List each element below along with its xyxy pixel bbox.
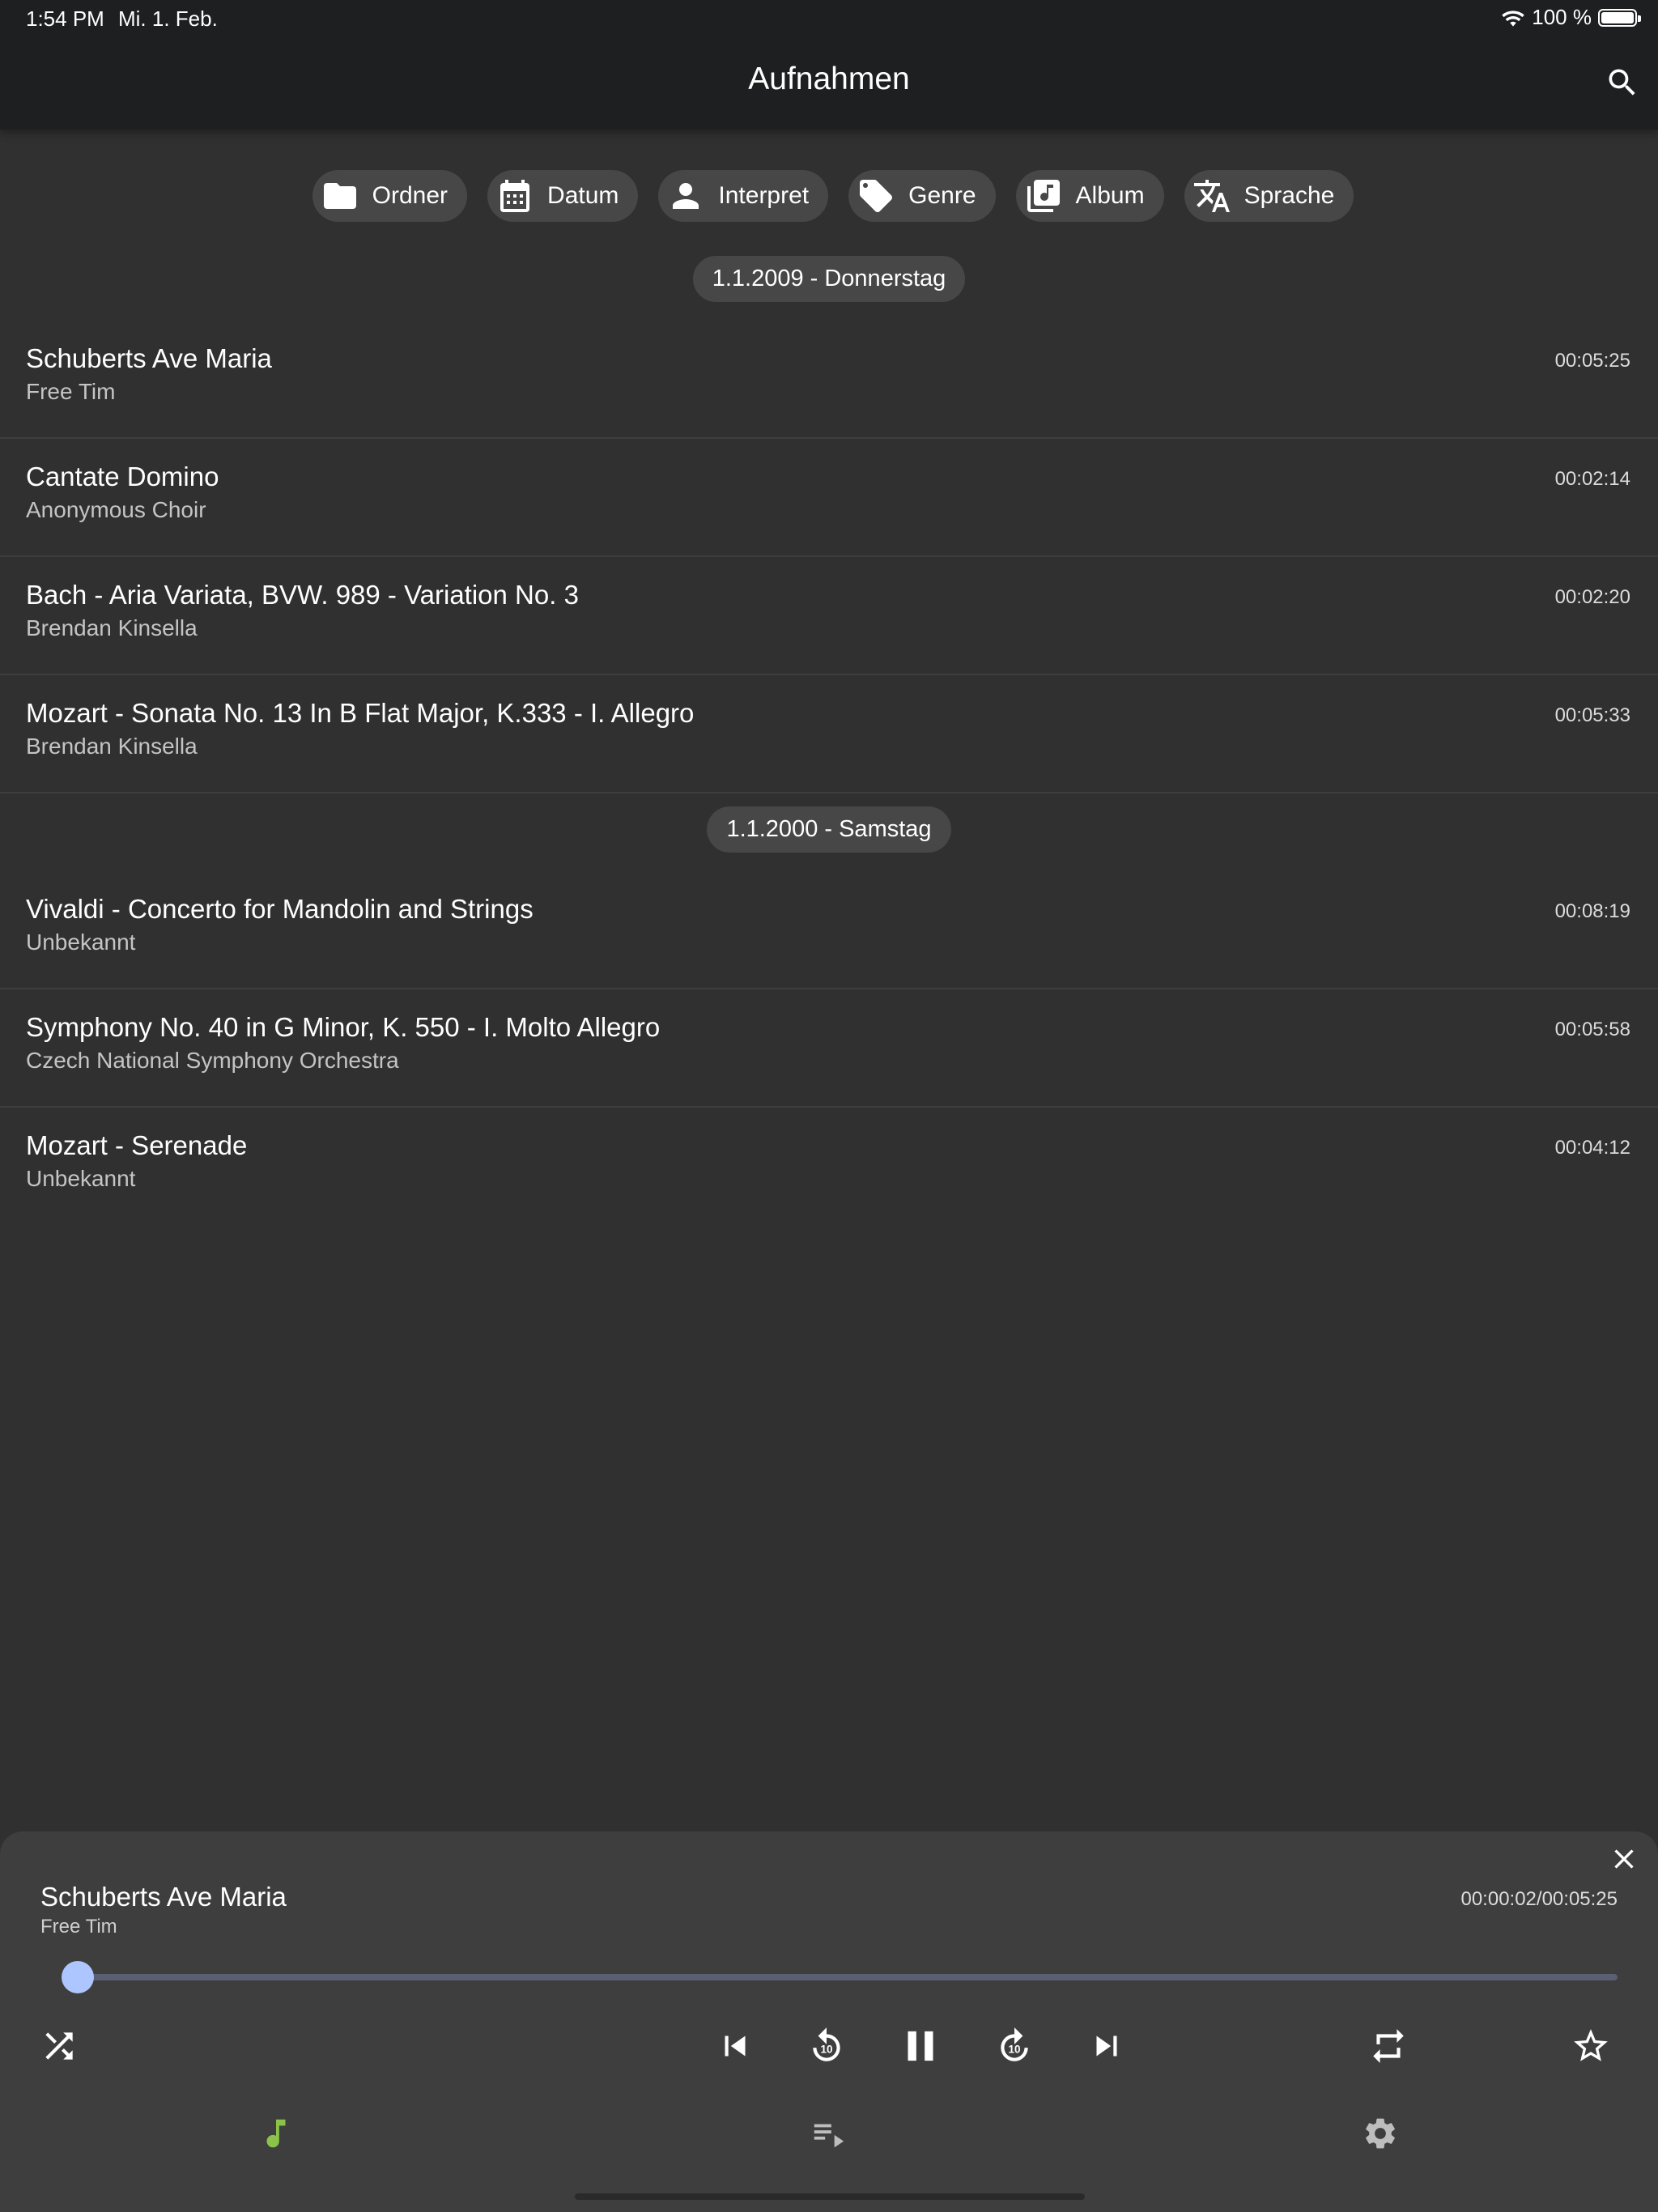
filter-chip-sprache[interactable]: Sprache (1184, 170, 1354, 222)
track-duration: 00:04:12 (1554, 1137, 1630, 1159)
track-duration: 00:05:25 (1554, 350, 1630, 372)
nav-queue[interactable] (800, 2105, 857, 2162)
track-title: Bach - Aria Variata, BVW. 989 - Variatio… (26, 580, 579, 610)
list-item[interactable]: Cantate Domino Anonymous Choir 00:02:14 (0, 439, 1658, 557)
previous-button[interactable] (707, 2018, 763, 2074)
replay-10-icon: 10 (813, 2027, 840, 2061)
track-artist: Anonymous Choir (26, 497, 206, 522)
date-header-label: 1.1.2009 - Donnerstag (692, 256, 966, 302)
track-artist: Brendan Kinsella (26, 615, 198, 640)
nav-recordings[interactable] (248, 2105, 304, 2162)
track-title: Vivaldi - Concerto for Mandolin and Stri… (26, 894, 534, 924)
home-indicator (575, 2193, 1085, 2200)
search-button[interactable] (1600, 60, 1645, 105)
filter-chip-album[interactable]: Album (1015, 170, 1164, 222)
filter-chip-ordner[interactable]: Ordner (312, 170, 468, 222)
filter-chip-label: Sprache (1244, 182, 1335, 209)
repeat-icon (1373, 2029, 1404, 2063)
date-header: 1.1.2009 - Donnerstag (0, 256, 1658, 302)
track-title: Schuberts Ave Maria (26, 343, 272, 373)
track-duration: 00:05:33 (1554, 704, 1630, 726)
list-item[interactable]: Mozart - Serenade Unbekannt 00:04:12 (0, 1108, 1658, 1226)
filter-chip-label: Datum (547, 182, 619, 209)
folder-icon (323, 183, 356, 209)
wifi-icon (1502, 10, 1525, 27)
track-duration: 00:02:14 (1554, 468, 1630, 490)
player-time: 00:00:02/00:05:25 (1460, 1888, 1618, 1910)
player-panel: Schuberts Ave Maria Free Tim 00:00:02/00… (0, 1831, 1658, 2212)
list-item[interactable]: Vivaldi - Concerto for Mandolin and Stri… (0, 871, 1658, 989)
track-title: Mozart - Serenade (26, 1130, 248, 1160)
filter-chip-interpret[interactable]: Interpret (658, 170, 829, 222)
forward-10-icon: 10 (1001, 2027, 1028, 2061)
date-header-label: 1.1.2000 - Samstag (707, 806, 951, 853)
track-artist: Brendan Kinsella (26, 734, 198, 759)
forward-10-button[interactable]: 10 (986, 2018, 1043, 2074)
track-artist: Czech National Symphony Orchestra (26, 1048, 399, 1073)
filter-chip-label: Album (1075, 182, 1145, 209)
progress-track (69, 1974, 1618, 1980)
star-outline-icon (1574, 2029, 1608, 2061)
repeat-button[interactable] (1360, 2018, 1417, 2074)
progress-handle[interactable] (62, 1961, 95, 1993)
filter-chip-label: Genre (908, 182, 976, 209)
svg-text:10: 10 (1008, 2043, 1020, 2055)
track-title: Mozart - Sonata No. 13 In B Flat Major, … (26, 698, 695, 728)
search-icon (1609, 69, 1635, 96)
battery-percentage: 100 % (1532, 5, 1592, 29)
shuffle-button[interactable] (31, 2018, 87, 2074)
music-note-icon (266, 2119, 286, 2148)
battery-icon (1598, 8, 1641, 27)
rewind-10-button[interactable]: 10 (798, 2018, 855, 2074)
favorite-button[interactable] (1562, 2018, 1619, 2074)
filter-chip-datum[interactable]: Datum (487, 170, 639, 222)
list-item[interactable]: Bach - Aria Variata, BVW. 989 - Variatio… (0, 557, 1658, 675)
player-track-title: Schuberts Ave Maria (40, 1882, 287, 1912)
close-player-button[interactable] (1600, 1835, 1648, 1883)
list-item[interactable]: Symphony No. 40 in G Minor, K. 550 - I. … (0, 989, 1658, 1108)
status-indicators: 100 % (1501, 5, 1641, 30)
next-button[interactable] (1078, 2018, 1135, 2074)
page: 1:54 PM Mi. 1. Feb. 100 % Aufnahmen Ordn… (0, 0, 1658, 2212)
progress-slider[interactable] (62, 1961, 1618, 1993)
filter-chips: Ordner Datum Interpret Genre Album Sprac… (0, 170, 1658, 222)
track-duration: 00:02:20 (1554, 586, 1630, 608)
pause-icon (908, 2031, 933, 2061)
track-artist: Unbekannt (26, 1166, 136, 1191)
track-title: Cantate Domino (26, 462, 219, 491)
skip-previous-icon (725, 2035, 746, 2057)
page-title: Aufnahmen (748, 62, 910, 96)
list-item[interactable]: Mozart - Sonata No. 13 In B Flat Major, … (0, 675, 1658, 793)
shuffle-icon (45, 2032, 73, 2060)
status-time: 1:54 PM (26, 6, 104, 31)
svg-text:10: 10 (820, 2043, 832, 2055)
album-icon (1027, 180, 1060, 212)
top-bar: 1:54 PM Mi. 1. Feb. 100 % Aufnahmen (0, 0, 1658, 130)
filter-chip-label: Interpret (718, 182, 810, 209)
translate-icon (1193, 180, 1230, 212)
pause-button[interactable] (892, 2018, 949, 2074)
calendar-icon (500, 180, 530, 212)
filter-chip-label: Ordner (372, 182, 449, 209)
list-item[interactable]: Schuberts Ave Maria Free Tim 00:05:25 (0, 321, 1658, 439)
tag-icon (860, 180, 893, 212)
date-header: 1.1.2000 - Samstag (0, 806, 1658, 853)
track-duration: 00:05:58 (1554, 1019, 1630, 1040)
skip-next-icon (1096, 2035, 1117, 2057)
track-artist: Unbekannt (26, 929, 136, 955)
track-title: Symphony No. 40 in G Minor, K. 550 - I. … (26, 1012, 661, 1042)
person-icon (673, 183, 699, 209)
track-artist: Free Tim (26, 379, 116, 404)
settings-icon (1366, 2118, 1395, 2149)
track-duration: 00:08:19 (1554, 900, 1630, 922)
player-track-artist: Free Tim (40, 1916, 117, 1938)
queue-icon (814, 2124, 844, 2148)
status-date: Mi. 1. Feb. (118, 6, 218, 31)
filter-chip-genre[interactable]: Genre (848, 170, 996, 222)
nav-settings[interactable] (1352, 2105, 1409, 2162)
close-icon (1614, 1849, 1634, 1869)
